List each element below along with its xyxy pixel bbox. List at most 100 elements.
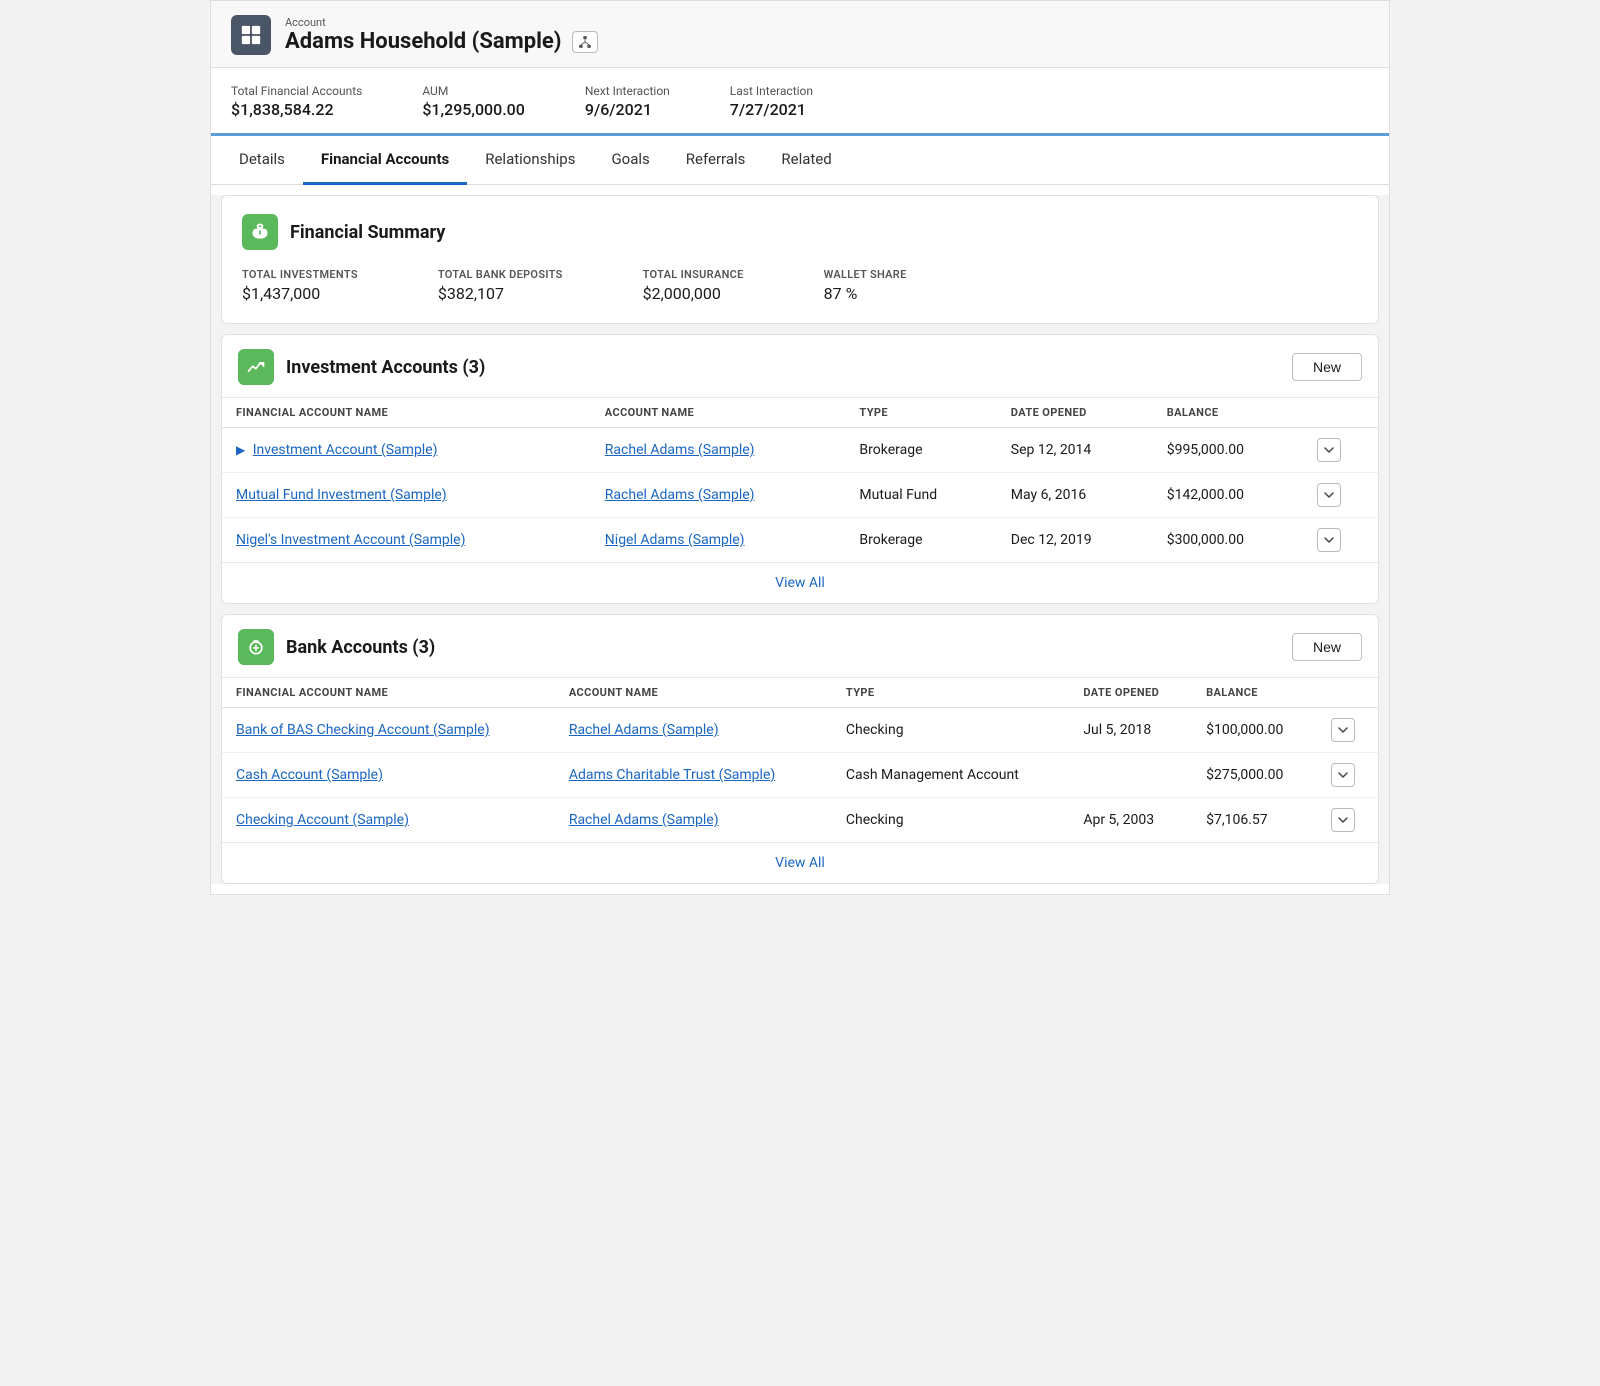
chevron-down-icon xyxy=(1323,489,1335,501)
financial-summary-icon xyxy=(242,214,278,250)
bank-row-dropdown-button[interactable] xyxy=(1331,808,1355,832)
bank-dropdown-cell xyxy=(1317,753,1379,798)
app-container: Account Adams Household (Sample) Total F… xyxy=(210,0,1390,895)
account-name-row: Adams Household (Sample) xyxy=(285,29,598,54)
summary-stat-value: $382,107 xyxy=(438,284,563,303)
summary-stat-label: TOTAL INVESTMENTS xyxy=(242,268,358,281)
bank-financial-account-link[interactable]: Cash Account (Sample) xyxy=(236,767,383,783)
inv-balance-cell: $142,000.00 xyxy=(1153,473,1304,518)
hierarchy-button[interactable] xyxy=(572,31,598,53)
bank-account-name-link[interactable]: Rachel Adams (Sample) xyxy=(569,812,719,828)
bank-accounts-thead: FINANCIAL ACCOUNT NAME ACCOUNT NAME TYPE… xyxy=(222,678,1378,708)
inv-account-name-cell: Nigel Adams (Sample) xyxy=(591,518,846,563)
stat-aum-value: $1,295,000.00 xyxy=(422,100,525,119)
investment-view-all-link[interactable]: View All xyxy=(775,575,825,591)
bank-col-account-name: ACCOUNT NAME xyxy=(555,678,832,708)
stats-bar: Total Financial Accounts $1,838,584.22 A… xyxy=(211,68,1389,136)
inv-col-balance: BALANCE xyxy=(1153,398,1304,428)
bank-financial-account-name-cell: Bank of BAS Checking Account (Sample) xyxy=(222,708,555,753)
inv-financial-account-name-cell: Nigel's Investment Account (Sample) xyxy=(222,518,591,563)
tab-relationships[interactable]: Relationships xyxy=(467,136,593,185)
summary-stat-value: $2,000,000 xyxy=(643,284,744,303)
inv-financial-account-link[interactable]: Mutual Fund Investment (Sample) xyxy=(236,487,447,503)
investment-accounts-title: Investment Accounts (3) xyxy=(286,357,485,378)
tab-financial-accounts[interactable]: Financial Accounts xyxy=(303,136,467,185)
bank-col-type: TYPE xyxy=(832,678,1069,708)
inv-financial-account-link[interactable]: Investment Account (Sample) xyxy=(253,442,438,458)
bank-accounts-table: FINANCIAL ACCOUNT NAME ACCOUNT NAME TYPE… xyxy=(222,678,1378,842)
summary-stat-item: WALLET SHARE87 % xyxy=(824,268,907,303)
bank-account-name-cell: Rachel Adams (Sample) xyxy=(555,708,832,753)
bank-account-name-link[interactable]: Rachel Adams (Sample) xyxy=(569,722,719,738)
table-row: Nigel's Investment Account (Sample) Nige… xyxy=(222,518,1378,563)
chart-line-icon xyxy=(246,357,266,377)
inv-col-financial-account-name: FINANCIAL ACCOUNT NAME xyxy=(222,398,591,428)
bank-view-all-link[interactable]: View All xyxy=(775,855,825,871)
chevron-down-icon xyxy=(1337,724,1349,736)
inv-account-name-link[interactable]: Rachel Adams (Sample) xyxy=(605,442,755,458)
hierarchy-icon xyxy=(578,35,592,49)
summary-stat-label: TOTAL INSURANCE xyxy=(643,268,744,281)
bank-type-cell: Checking xyxy=(832,798,1069,843)
bank-financial-account-name-cell: Checking Account (Sample) xyxy=(222,798,555,843)
bank-date-opened-cell: Apr 5, 2003 xyxy=(1069,798,1192,843)
tab-goals[interactable]: Goals xyxy=(593,136,667,185)
table-row: Checking Account (Sample) Rachel Adams (… xyxy=(222,798,1378,843)
inv-type-cell: Mutual Fund xyxy=(845,473,996,518)
inv-account-name-link[interactable]: Rachel Adams (Sample) xyxy=(605,487,755,503)
account-title: Adams Household (Sample) xyxy=(285,29,562,54)
inv-balance-cell: $995,000.00 xyxy=(1153,428,1304,473)
tab-referrals[interactable]: Referrals xyxy=(668,136,764,185)
account-icon xyxy=(231,15,271,55)
bank-col-date-opened: DATE OPENED xyxy=(1069,678,1192,708)
chevron-down-icon xyxy=(1337,769,1349,781)
chevron-down-icon xyxy=(1337,814,1349,826)
bank-view-all-row: View All xyxy=(222,842,1378,883)
investment-icon xyxy=(238,349,274,385)
inv-dropdown-cell xyxy=(1303,473,1378,518)
bank-account-name-cell: Adams Charitable Trust (Sample) xyxy=(555,753,832,798)
inv-type-cell: Brokerage xyxy=(845,428,996,473)
inv-row-dropdown-button[interactable] xyxy=(1317,528,1341,552)
inv-account-name-cell: Rachel Adams (Sample) xyxy=(591,473,846,518)
investment-accounts-thead: FINANCIAL ACCOUNT NAME ACCOUNT NAME TYPE… xyxy=(222,398,1378,428)
bank-account-name-link[interactable]: Adams Charitable Trust (Sample) xyxy=(569,767,775,783)
inv-dropdown-cell xyxy=(1303,518,1378,563)
bank-dropdown-cell xyxy=(1317,708,1379,753)
stat-last-label: Last Interaction xyxy=(730,84,813,98)
bank-accounts-section: Bank Accounts (3) New FINANCIAL ACCOUNT … xyxy=(221,614,1379,884)
content-area: Financial Summary TOTAL INVESTMENTS$1,43… xyxy=(211,195,1389,884)
financial-summary-header: Financial Summary xyxy=(242,214,1358,250)
table-row: ▶ Investment Account (Sample) Rachel Ada… xyxy=(222,428,1378,473)
bank-accounts-new-button[interactable]: New xyxy=(1292,633,1362,661)
stat-next-label: Next Interaction xyxy=(585,84,670,98)
inv-financial-account-name-cell: Mutual Fund Investment (Sample) xyxy=(222,473,591,518)
bank-financial-account-link[interactable]: Checking Account (Sample) xyxy=(236,812,409,828)
bank-row-dropdown-button[interactable] xyxy=(1331,763,1355,787)
bank-financial-account-link[interactable]: Bank of BAS Checking Account (Sample) xyxy=(236,722,490,738)
expand-btn[interactable]: ▶ xyxy=(236,443,245,457)
bank-bag-icon xyxy=(246,637,266,657)
tabs-bar: Details Financial Accounts Relationships… xyxy=(211,136,1389,185)
investment-accounts-new-button[interactable]: New xyxy=(1292,353,1362,381)
inv-type-cell: Brokerage xyxy=(845,518,996,563)
inv-col-account-name: ACCOUNT NAME xyxy=(591,398,846,428)
investment-accounts-table: FINANCIAL ACCOUNT NAME ACCOUNT NAME TYPE… xyxy=(222,398,1378,562)
account-grid-icon xyxy=(240,24,262,46)
tab-details[interactable]: Details xyxy=(221,136,303,185)
inv-financial-account-link[interactable]: Nigel's Investment Account (Sample) xyxy=(236,532,465,548)
bank-row-dropdown-button[interactable] xyxy=(1331,718,1355,742)
summary-stats: TOTAL INVESTMENTS$1,437,000TOTAL BANK DE… xyxy=(242,268,1358,303)
bank-balance-cell: $100,000.00 xyxy=(1192,708,1316,753)
bank-col-balance: BALANCE xyxy=(1192,678,1316,708)
bank-accounts-header-row: FINANCIAL ACCOUNT NAME ACCOUNT NAME TYPE… xyxy=(222,678,1378,708)
account-breadcrumb: Account xyxy=(285,16,598,29)
inv-row-dropdown-button[interactable] xyxy=(1317,438,1341,462)
tab-related[interactable]: Related xyxy=(763,136,849,185)
inv-account-name-link[interactable]: Nigel Adams (Sample) xyxy=(605,532,745,548)
bank-dropdown-cell xyxy=(1317,798,1379,843)
chevron-down-icon xyxy=(1323,444,1335,456)
stat-last-value: 7/27/2021 xyxy=(730,100,813,119)
bank-col-actions xyxy=(1317,678,1379,708)
inv-row-dropdown-button[interactable] xyxy=(1317,483,1341,507)
